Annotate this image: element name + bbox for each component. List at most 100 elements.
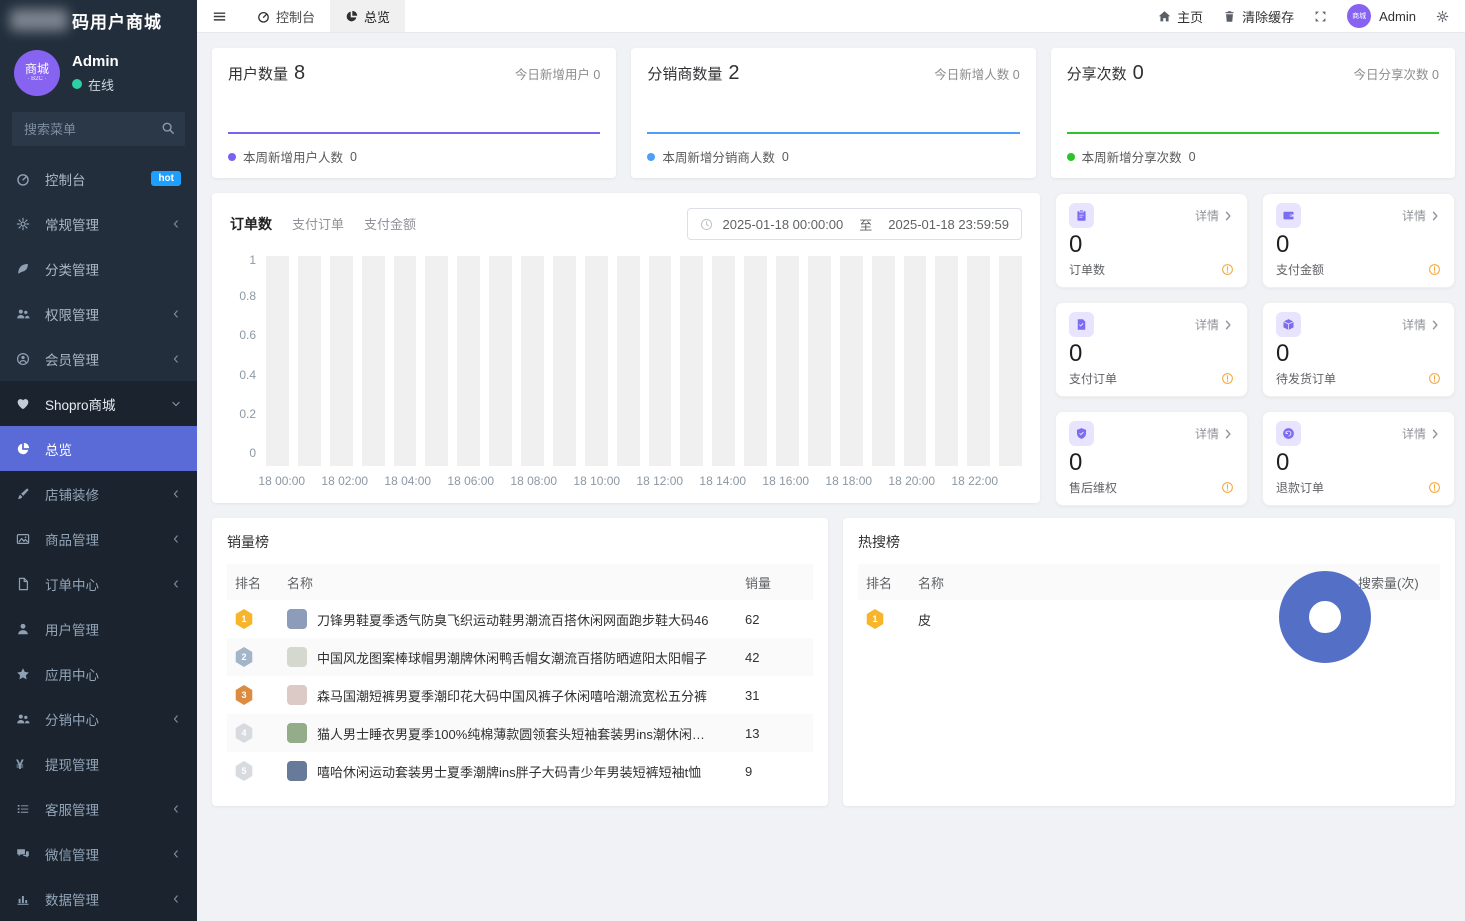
home-link[interactable]: 主页 (1158, 7, 1203, 26)
online-dot (72, 79, 82, 89)
info-icon[interactable] (1221, 481, 1234, 494)
info-icon[interactable] (1428, 263, 1441, 276)
main-content: 用户数量 8 今日新增用户 0 本周新增用户人数 0 分销商数量 2 今日新增人数 0… (197, 33, 1465, 896)
sidebar-item-overview[interactable]: 总览 (0, 426, 197, 471)
chevron-left-icon (171, 579, 181, 589)
stat-value: 0 (1132, 62, 1144, 84)
user-status: 在线 (72, 75, 119, 94)
product-name: 森马国潮短裤男夏季潮印花大码中国风裤子休闲嘻哈潮流宽松五分裤 (317, 688, 708, 704)
sidebar-item-user-manage[interactable]: 用户管理 (0, 606, 197, 651)
tab-paid-amount[interactable]: 支付金额 (364, 214, 416, 233)
orders-row: 订单数 支付订单 支付金额 2025-01-18 00:00:00 至 2025… (212, 193, 1455, 506)
table-row[interactable]: 1 刀锋男鞋夏季透气防臭飞织运动鞋男潮流百搭休闲网面跑步鞋大码46 62 (227, 600, 813, 638)
x-tick: 18 06:00 (447, 474, 495, 488)
sparkline (647, 132, 1020, 134)
chevron-right-icon (1429, 210, 1441, 222)
tile-aftersale: 详情 0 售后维权 (1055, 411, 1248, 506)
detail-link[interactable]: 详情 (1195, 207, 1234, 224)
shopro-icon (16, 397, 36, 411)
order-bars (266, 256, 1022, 466)
product-name: 猫人男士睡衣男夏季100%纯棉薄款圆领套头短袖套装男ins潮休闲运动... (317, 726, 717, 742)
chevron-right-icon (1429, 319, 1441, 331)
table-row[interactable]: 4 猫人男士睡衣男夏季100%纯棉薄款圆领套头短袖套装男ins潮休闲运动... … (227, 714, 813, 752)
sidebar-item-app-center[interactable]: 应用中心 (0, 651, 197, 696)
date-start[interactable]: 2025-01-18 00:00:00 (723, 217, 844, 232)
avatar: 商城 (1347, 4, 1372, 28)
sales-rank-card: 销量榜 排名 名称 销量 1 刀锋男鞋夏季透气防臭飞织运动鞋男潮流百搭休闲网面跑… (212, 518, 828, 806)
user-menu[interactable]: 商城 Admin (1347, 4, 1416, 28)
stat-right-value: 0 (593, 68, 601, 82)
sidebar-item-console[interactable]: 控制台 hot (0, 156, 197, 201)
info-icon[interactable] (1428, 372, 1441, 385)
tab-overview[interactable]: 总览 (330, 0, 406, 32)
info-icon[interactable] (1221, 372, 1234, 385)
tab-paid-orders[interactable]: 支付订单 (292, 214, 344, 233)
user-info: Admin 在线 (72, 53, 119, 94)
detail-link[interactable]: 详情 (1195, 316, 1234, 333)
sidebar-item-withdraw[interactable]: ¥ 提现管理 (0, 741, 197, 786)
sidebar-item-label: 用户管理 (45, 622, 99, 638)
sidebar-item-customer-service[interactable]: 客服管理 (0, 786, 197, 831)
sidebar-item-order-center[interactable]: 订单中心 (0, 561, 197, 606)
sidebar-item-label: 商品管理 (45, 532, 99, 548)
order-stat-tiles: 详情 0 订单数 详情 0 支付金额 详情 0 支付订单 详情 0 待发货订单 … (1055, 193, 1455, 506)
menu-search-input[interactable] (12, 112, 185, 146)
tile-paid-amount: 详情 0 支付金额 (1262, 193, 1455, 288)
stat-title: 用户数量 (228, 66, 289, 83)
sidebar-item-shopro[interactable]: Shopro商城 (0, 381, 197, 426)
sidebar-item-general[interactable]: 常规管理 (0, 201, 197, 246)
x-tick: 18 08:00 (510, 474, 558, 488)
sidebar-item-label: 店铺装修 (45, 487, 99, 503)
info-icon[interactable] (1428, 481, 1441, 494)
date-end[interactable]: 2025-01-18 23:59:59 (888, 217, 1009, 232)
x-tick: 18 16:00 (762, 474, 810, 488)
date-range-picker[interactable]: 2025-01-18 00:00:00 至 2025-01-18 23:59:5… (686, 208, 1022, 240)
menu-toggle-icon[interactable] (197, 0, 242, 32)
detail-link[interactable]: 详情 (1195, 425, 1234, 442)
tile-value: 0 (1276, 449, 1290, 476)
y-axis: 1 0.8 0.6 0.4 0.2 0 (230, 253, 266, 466)
stat-title: 分销商数量 (647, 66, 723, 83)
legend-label: 本周新增用户人数 (243, 151, 344, 165)
clear-cache-button[interactable]: 清除缓存 (1223, 7, 1294, 26)
sidebar-item-member[interactable]: 会员管理 (0, 336, 197, 381)
sparkline (228, 132, 601, 134)
sidebar-item-distribution[interactable]: 分销中心 (0, 696, 197, 741)
rank-badge: 2 (235, 647, 253, 667)
sidebar-item-data[interactable]: 数据管理 (0, 876, 197, 921)
rank-badge: 3 (235, 685, 253, 705)
detail-link[interactable]: 详情 (1402, 207, 1441, 224)
gear-icon[interactable] (1436, 10, 1449, 23)
tab-console[interactable]: 控制台 (242, 0, 330, 32)
info-icon[interactable] (1221, 263, 1234, 276)
sparkline (1066, 132, 1439, 134)
sales-value: 31 (745, 687, 760, 703)
chart-bar (999, 256, 1022, 466)
detail-link[interactable]: 详情 (1402, 425, 1441, 442)
chart-bar (425, 256, 449, 466)
chart-bar (680, 256, 704, 466)
topbar-user-name: Admin (1379, 8, 1416, 24)
avatar[interactable]: 商城 · B2C · (14, 50, 60, 96)
sidebar-item-category[interactable]: 分类管理 (0, 246, 197, 291)
sidebar-item-wechat[interactable]: 微信管理 (0, 831, 197, 876)
order-bar-chart[interactable]: 1 0.8 0.6 0.4 0.2 0 (230, 253, 1022, 466)
tile-order-count: 详情 0 订单数 (1055, 193, 1248, 288)
hot-search-donut-chart[interactable] (1279, 571, 1371, 663)
chart-bar (712, 256, 736, 466)
sidebar-item-label: 订单中心 (45, 577, 99, 593)
sidebar-item-label: 控制台 (45, 172, 86, 188)
fullscreen-icon[interactable] (1314, 10, 1327, 23)
tab-order-count[interactable]: 订单数 (230, 214, 272, 234)
sidebar-item-permission[interactable]: 权限管理 (0, 291, 197, 336)
bar-chart-icon (16, 892, 36, 906)
table-row[interactable]: 2 中国风龙图案棒球帽男潮牌休闲鸭舌帽女潮流百搭防晒遮阳太阳帽子 42 (227, 638, 813, 676)
tile-label: 待发货订单 (1276, 372, 1337, 386)
x-tick: 18 22:00 (951, 474, 999, 488)
table-row[interactable]: 3 森马国潮短裤男夏季潮印花大码中国风裤子休闲嘻哈潮流宽松五分裤 31 (227, 676, 813, 714)
search-icon[interactable] (161, 121, 175, 135)
detail-link[interactable]: 详情 (1402, 316, 1441, 333)
sidebar-item-goods[interactable]: 商品管理 (0, 516, 197, 561)
sidebar-item-store-decoration[interactable]: 店铺装修 (0, 471, 197, 516)
table-row[interactable]: 5 嘻哈休闲运动套装男士夏季潮牌ins胖子大码青少年男装短裤短袖t恤 9 (227, 752, 813, 790)
